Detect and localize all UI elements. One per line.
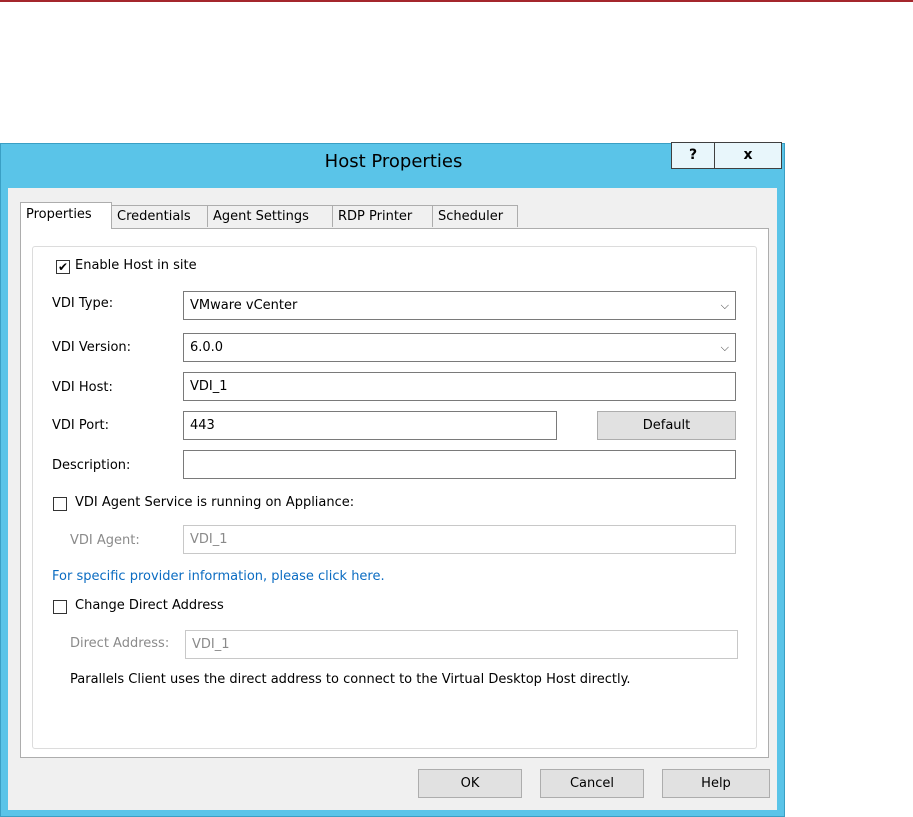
- description-label: Description:: [52, 458, 131, 473]
- help-title-button[interactable]: ?: [671, 142, 715, 169]
- vdi-type-select[interactable]: VMware vCenter ⌵: [183, 291, 736, 320]
- provider-info-link[interactable]: For specific provider information, pleas…: [52, 569, 385, 584]
- description-input[interactable]: [183, 450, 736, 479]
- host-properties-dialog: Host Properties ? x Properties Credentia…: [0, 142, 785, 817]
- properties-group: ✔ Enable Host in site VDI Type: VMware v…: [32, 246, 757, 749]
- agent-on-appliance-checkbox[interactable]: [53, 497, 67, 511]
- vdi-port-input[interactable]: 443: [183, 411, 557, 440]
- agent-on-appliance-label: VDI Agent Service is running on Applianc…: [75, 495, 355, 510]
- direct-address-input[interactable]: VDI_1: [185, 630, 738, 659]
- tab-rdp-printer[interactable]: RDP Printer: [332, 205, 433, 227]
- vdi-agent-input[interactable]: VDI_1: [183, 525, 736, 554]
- change-direct-address-label: Change Direct Address: [75, 598, 224, 613]
- chevron-down-icon: ⌵: [720, 299, 729, 312]
- close-button[interactable]: x: [714, 142, 782, 169]
- properties-tab-panel: ✔ Enable Host in site VDI Type: VMware v…: [20, 228, 769, 758]
- tab-agent-settings[interactable]: Agent Settings: [207, 205, 333, 227]
- dialog-title: Host Properties: [324, 151, 463, 172]
- direct-address-note: Parallels Client uses the direct address…: [70, 672, 631, 687]
- top-accent-line: [0, 0, 913, 2]
- cancel-button[interactable]: Cancel: [540, 769, 644, 798]
- direct-address-label: Direct Address:: [70, 636, 170, 651]
- vdi-host-label: VDI Host:: [52, 380, 113, 395]
- vdi-type-label: VDI Type:: [52, 296, 114, 311]
- enable-host-checkbox[interactable]: ✔: [56, 260, 70, 274]
- tab-credentials[interactable]: Credentials: [111, 205, 208, 227]
- help-button[interactable]: Help: [662, 769, 770, 798]
- change-direct-address-checkbox[interactable]: [53, 600, 67, 614]
- vdi-version-value: 6.0.0: [190, 340, 224, 355]
- default-port-button[interactable]: Default: [597, 411, 736, 440]
- enable-host-label: Enable Host in site: [75, 258, 197, 273]
- vdi-agent-label: VDI Agent:: [70, 533, 140, 548]
- vdi-port-label: VDI Port:: [52, 418, 110, 433]
- vdi-host-input[interactable]: VDI_1: [183, 372, 736, 401]
- vdi-version-label: VDI Version:: [52, 340, 132, 355]
- tab-scheduler[interactable]: Scheduler: [432, 205, 518, 227]
- vdi-version-select[interactable]: 6.0.0 ⌵: [183, 333, 736, 362]
- chevron-down-icon: ⌵: [720, 341, 729, 354]
- tab-properties[interactable]: Properties: [20, 202, 112, 229]
- vdi-type-value: VMware vCenter: [190, 298, 298, 313]
- ok-button[interactable]: OK: [418, 769, 522, 798]
- dialog-client-area: Properties Credentials Agent Settings RD…: [8, 188, 777, 810]
